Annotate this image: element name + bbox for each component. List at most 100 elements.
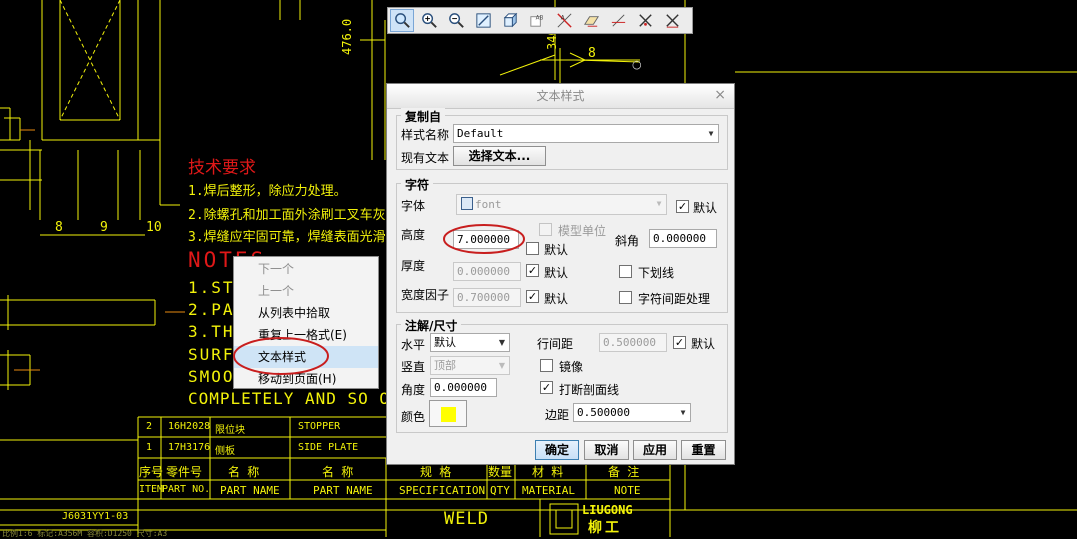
weld-label: WELD [444, 509, 489, 529]
height-default-label: 默认 [544, 243, 569, 257]
kerning-label: 字符间距处理 [638, 292, 711, 306]
menu-item-previous[interactable]: 上一个 [234, 280, 378, 302]
close-icon[interactable]: × [714, 87, 726, 103]
margin-value: 0.500000 [577, 406, 630, 419]
zoom-out-icon[interactable] [444, 9, 468, 32]
horizontal-label: 水平 [401, 338, 426, 352]
height-input[interactable]: 7.000000 [453, 230, 519, 249]
margin-label: 边距 [545, 408, 570, 422]
style-name-label: 样式名称 [401, 128, 450, 142]
underline-checkbox[interactable] [619, 265, 632, 278]
annotation-display-icon[interactable]: A [552, 9, 576, 32]
angle-label: 角度 [401, 383, 426, 397]
svg-text:A: A [560, 16, 564, 22]
view-toolbar: AB A [387, 7, 693, 34]
dialog-title: 文本样式 [387, 84, 734, 109]
chevron-down-icon: ▼ [656, 199, 662, 208]
note-dimension-title: 注解/尺寸 [401, 317, 462, 334]
select-text-button[interactable]: 选择文本... [453, 146, 546, 166]
zoom-in-icon[interactable] [417, 9, 441, 32]
model-units-checkbox[interactable] [539, 223, 552, 236]
height-label: 高度 [401, 228, 426, 242]
zoom-window-icon[interactable] [390, 9, 414, 32]
kerning-checkbox[interactable] [619, 291, 632, 304]
bom-hdr-qty-en: QTY [490, 484, 510, 497]
datum-axes-icon[interactable] [606, 9, 630, 32]
color-label: 颜色 [401, 410, 426, 424]
menu-item-move-to-page[interactable]: 移动到页面(H) [234, 368, 378, 390]
view-orient-icon[interactable] [498, 9, 522, 32]
saved-views-icon[interactable]: AB [525, 9, 549, 32]
datum-points-icon[interactable] [633, 9, 657, 32]
notes-line-5: SMOO [188, 367, 235, 386]
menu-item-text-style[interactable]: 文本样式 [234, 346, 378, 368]
bom-hdr-item-en: ITEM [139, 484, 164, 495]
bom-hdr-note-cn: 备 注 [608, 465, 640, 479]
dim-476: 476.0 [340, 18, 354, 55]
line-spacing-default-label: 默认 [691, 337, 716, 351]
ok-button[interactable]: 确定 [535, 440, 579, 460]
line-spacing-default-checkbox[interactable]: ✓ [673, 336, 686, 349]
font-select[interactable]: font ▼ [456, 194, 667, 215]
cancel-button[interactable]: 取消 [584, 440, 629, 460]
width-factor-default-checkbox[interactable]: ✓ [526, 290, 539, 303]
width-factor-label: 宽度因子 [401, 288, 450, 302]
menu-item-pick-from-list[interactable]: 从列表中拾取 [234, 302, 378, 324]
bom-row-1-code: 17H3176 [168, 442, 211, 453]
line-spacing-input[interactable]: 0.500000 [599, 333, 667, 352]
font-default-checkbox[interactable]: ✓ [676, 200, 689, 213]
font-file-icon [461, 197, 473, 210]
chevron-down-icon: ▼ [498, 338, 506, 347]
width-factor-input[interactable]: 0.700000 [453, 288, 521, 307]
menu-item-next[interactable]: 下一个 [234, 258, 378, 280]
bom-hdr-spec-en: SPECIFICATION [399, 484, 486, 497]
font-value: font [475, 198, 502, 211]
height-default-checkbox[interactable] [526, 242, 539, 255]
apply-button[interactable]: 应用 [633, 440, 677, 460]
vertical-select[interactable]: 顶部 ▼ [430, 356, 510, 375]
notes-line-4: SURF [188, 345, 235, 364]
coordinate-systems-icon[interactable] [660, 9, 684, 32]
mirror-checkbox[interactable] [540, 359, 553, 372]
slant-label: 斜角 [615, 234, 640, 248]
menu-item-repeat-last-format[interactable]: 重复上一格式(E) [234, 324, 378, 346]
refit-icon[interactable] [471, 9, 495, 32]
chevron-down-icon: ▼ [708, 129, 714, 138]
bom-hdr-note-en: NOTE [614, 484, 641, 497]
copy-from-title: 复制自 [401, 108, 446, 125]
datum-planes-icon[interactable] [579, 9, 603, 32]
color-swatch [441, 407, 456, 422]
horizontal-select[interactable]: 默认 ▼ [430, 333, 510, 352]
notes-line-2: 2.PA [188, 300, 235, 319]
style-name-select[interactable]: Default ▼ [453, 124, 719, 143]
bottom-scale-text: 比例1:6 标记:A356M 容积:D1250 尺寸:A3 [2, 529, 168, 538]
dim-9: 9 [100, 220, 108, 235]
notes-line-6: COMPLETELY AND SO O [188, 389, 391, 408]
dim-8-left: 8 [55, 220, 63, 235]
vertical-label: 竖直 [401, 360, 426, 374]
chevron-down-icon: ▼ [498, 361, 506, 370]
slant-input[interactable]: 0.000000 [649, 229, 717, 248]
drawing-number: J6031YY1-03 [62, 511, 129, 522]
font-default-label: 默认 [693, 201, 718, 215]
angle-input[interactable]: 0.000000 [430, 378, 497, 397]
bom-hdr-name2-en: PART NAME [313, 484, 373, 497]
bom-row-1-cn: 侧板 [215, 446, 235, 457]
tech-requirements-title: 技术要求 [188, 158, 256, 178]
color-swatch-button[interactable] [429, 400, 467, 427]
logo-cn: 柳工 [588, 520, 622, 536]
margin-select[interactable]: 0.500000 ▼ [573, 403, 691, 422]
reset-button[interactable]: 重置 [681, 440, 726, 460]
bom-hdr-partname-cn: 名 称 [228, 465, 260, 479]
text-style-dialog: 文本样式 × 复制自 样式名称 Default ▼ 现有文本 选择文本... 字… [386, 83, 735, 465]
bom-hdr-qty-cn: 数量 [488, 465, 513, 479]
bom-hdr-item-cn: 序号 [139, 465, 164, 479]
font-label: 字体 [401, 199, 426, 213]
thickness-default-checkbox[interactable]: ✓ [526, 264, 539, 277]
underline-label: 下划线 [638, 266, 675, 280]
bom-row-1-no: 1 [146, 442, 153, 453]
thickness-input[interactable]: 0.000000 [453, 262, 521, 281]
break-hatch-checkbox[interactable]: ✓ [540, 381, 553, 394]
model-units-label: 模型单位 [558, 224, 607, 238]
tech-line-1: 1.焊后整形，除应力处理。 [188, 184, 347, 199]
